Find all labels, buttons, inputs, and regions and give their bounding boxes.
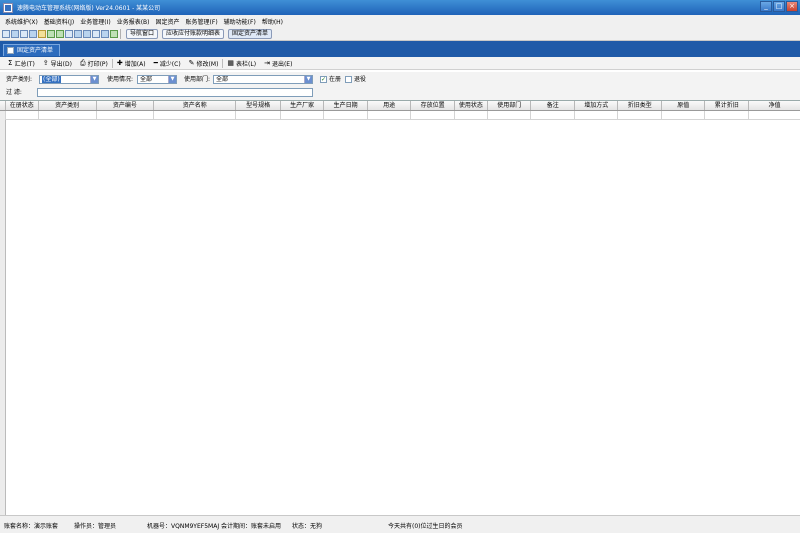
action-bar: Σ 汇总(T) ⇪ 导出(D) ⎙ 打印(P) ✚ 增加(A) ━ 减少(C) ✎ 修改(M…: [0, 57, 800, 70]
filter-bar: 资产类别: (全部) ▼ 使用情况: 全部 ▼ 使用部门: 全部 ▼ ✓ 在册 …: [0, 72, 800, 100]
edit-icon[interactable]: [38, 29, 46, 38]
retired-checkbox[interactable]: [345, 76, 352, 83]
export-icon: ⇪: [42, 59, 49, 67]
open-icon[interactable]: [11, 29, 19, 38]
column-header[interactable]: 资产编号: [97, 101, 155, 110]
sigma-icon: Σ: [8, 59, 13, 67]
print-button[interactable]: ⎙ 打印(P): [76, 59, 112, 68]
table-header: 在册状态 资产类别 资产编号 资产名称 型号规格 生产厂家 生产日期 用途 存放…: [0, 101, 800, 111]
row-indicator-column: [0, 120, 6, 516]
menu-reports[interactable]: 业务报表(B): [114, 17, 153, 26]
tab-fixed-assets-list[interactable]: 固定资产清单: [3, 44, 61, 56]
column-header[interactable]: 累计折旧: [705, 101, 749, 110]
column-header[interactable]: 备注: [531, 101, 575, 110]
columns-button[interactable]: ▦ 表栏(L): [223, 59, 260, 68]
department-label: 使用部门:: [184, 76, 211, 83]
department-select[interactable]: 全部 ▼: [213, 75, 313, 84]
column-header[interactable]: 生产厂家: [281, 101, 325, 110]
dropdown-arrow-icon: ▼: [90, 76, 98, 83]
column-header[interactable]: 资产类别: [39, 101, 97, 110]
in-book-checkbox[interactable]: ✓: [320, 76, 327, 83]
usage-select[interactable]: 全部 ▼: [137, 75, 177, 84]
column-header[interactable]: 存放位置: [411, 101, 455, 110]
document-icon: [7, 47, 14, 54]
pencil-icon: ✎: [188, 59, 195, 67]
menu-accounts[interactable]: 账务管理(F): [183, 17, 221, 26]
assets-table[interactable]: 在册状态 资产类别 资产编号 资产名称 型号规格 生产厂家 生产日期 用途 存放…: [0, 100, 800, 516]
save-icon[interactable]: [83, 29, 91, 38]
status-bar: 账套名称：演示账套 操作员：管理员 机器号：VQNM9YEF5MAJ 会计期间：…: [0, 515, 800, 533]
table-row[interactable]: [0, 111, 800, 120]
column-header[interactable]: 生产日期: [324, 101, 368, 110]
calendar-icon[interactable]: [74, 29, 82, 38]
column-header[interactable]: 资产名称: [154, 101, 237, 110]
status-state: 状态：无狗: [292, 523, 323, 530]
nav-window-button[interactable]: 导航窗口: [126, 28, 159, 39]
new-icon[interactable]: [2, 29, 10, 38]
column-header[interactable]: 型号规格: [236, 101, 281, 110]
menu-basic-data[interactable]: 基础资料(J): [41, 17, 77, 26]
tools-icon[interactable]: [47, 29, 55, 38]
minus-icon: ━: [153, 59, 158, 67]
filter-label: 过 滤:: [6, 89, 22, 96]
settings-icon[interactable]: [65, 29, 73, 38]
filter-input[interactable]: [37, 88, 313, 97]
retired-label: 退役: [354, 76, 367, 83]
menu-help[interactable]: 帮助(H): [259, 17, 286, 26]
in-book-label: 在册: [329, 76, 342, 83]
window-icon[interactable]: [20, 29, 28, 38]
column-header[interactable]: 用途: [368, 101, 412, 110]
user-icon[interactable]: [92, 29, 100, 38]
modify-button[interactable]: ✎ 修改(M): [185, 59, 223, 68]
title-bar: 速腾电动车管理系统(网络版) Ver24.0601 - 某某公司 _ □ ×: [0, 0, 800, 15]
receivables-report-button[interactable]: 应收应付账款明细表: [162, 28, 225, 39]
column-header[interactable]: 增加方式: [575, 101, 619, 110]
menu-business[interactable]: 业务管理(I): [77, 17, 113, 26]
reduce-button[interactable]: ━ 减少(C): [150, 59, 185, 68]
window-title: 速腾电动车管理系统(网络版) Ver24.0601 - 某某公司: [17, 5, 161, 12]
menu-bar: 系统维护(X) 基础资料(J) 业务管理(I) 业务报表(B) 固定资产 账务管…: [0, 15, 800, 27]
menu-system[interactable]: 系统维护(X): [2, 17, 41, 26]
exit-button[interactable]: ⇥ 退出(E): [260, 59, 296, 68]
status-operator: 操作员：管理员: [74, 523, 117, 530]
close-button[interactable]: ×: [786, 1, 798, 12]
help-icon[interactable]: [101, 29, 109, 38]
columns-icon: ▦: [227, 59, 235, 67]
refresh-icon[interactable]: [56, 29, 64, 38]
column-header[interactable]: 使用状态: [455, 101, 488, 110]
minimize-button[interactable]: _: [760, 1, 772, 12]
category-select[interactable]: (全部) ▼: [39, 75, 99, 84]
summary-button[interactable]: Σ 汇总(T): [4, 59, 39, 68]
usage-label: 使用情况:: [107, 76, 134, 83]
column-header[interactable]: 原值: [662, 101, 706, 110]
dropdown-arrow-icon: ▼: [168, 76, 176, 83]
column-header[interactable]: 使用部门: [488, 101, 532, 110]
status-birthday: 今天共有(0)位过生日的会员: [388, 523, 463, 530]
printer-icon: ⎙: [79, 58, 86, 67]
fixed-assets-list-button[interactable]: 固定资产清单: [228, 28, 273, 39]
maximize-button[interactable]: □: [773, 1, 785, 12]
add-button[interactable]: ✚ 增加(A): [113, 59, 150, 68]
column-header[interactable]: 在册状态: [6, 101, 39, 110]
exit-icon[interactable]: [110, 29, 118, 38]
plus-icon: ✚: [116, 59, 123, 67]
toolbar-separator: [120, 28, 121, 39]
tab-strip: 固定资产清单: [0, 41, 800, 57]
menu-auxiliary[interactable]: 辅助功能(F): [221, 17, 259, 26]
category-label: 资产类别:: [6, 76, 33, 83]
tab-label: 固定资产清单: [17, 47, 54, 54]
exit-door-icon: ⇥: [264, 59, 270, 67]
export-button[interactable]: ⇪ 导出(D): [39, 59, 76, 68]
list-icon[interactable]: [29, 29, 37, 38]
dropdown-arrow-icon: ▼: [304, 76, 312, 83]
app-icon: [3, 2, 13, 13]
status-account: 账套名称：演示账套: [4, 523, 59, 530]
menu-fixed-assets[interactable]: 固定资产: [153, 17, 183, 26]
column-header[interactable]: 净值: [749, 101, 800, 110]
status-machine: 机器号：VQNM9YEF5MAJ 会计期间：账套未启用: [147, 523, 281, 530]
window-controls: _ □ ×: [760, 1, 798, 12]
toolbar: 导航窗口 应收应付账款明细表 固定资产清单: [0, 27, 800, 41]
column-header[interactable]: 折旧类型: [618, 101, 662, 110]
